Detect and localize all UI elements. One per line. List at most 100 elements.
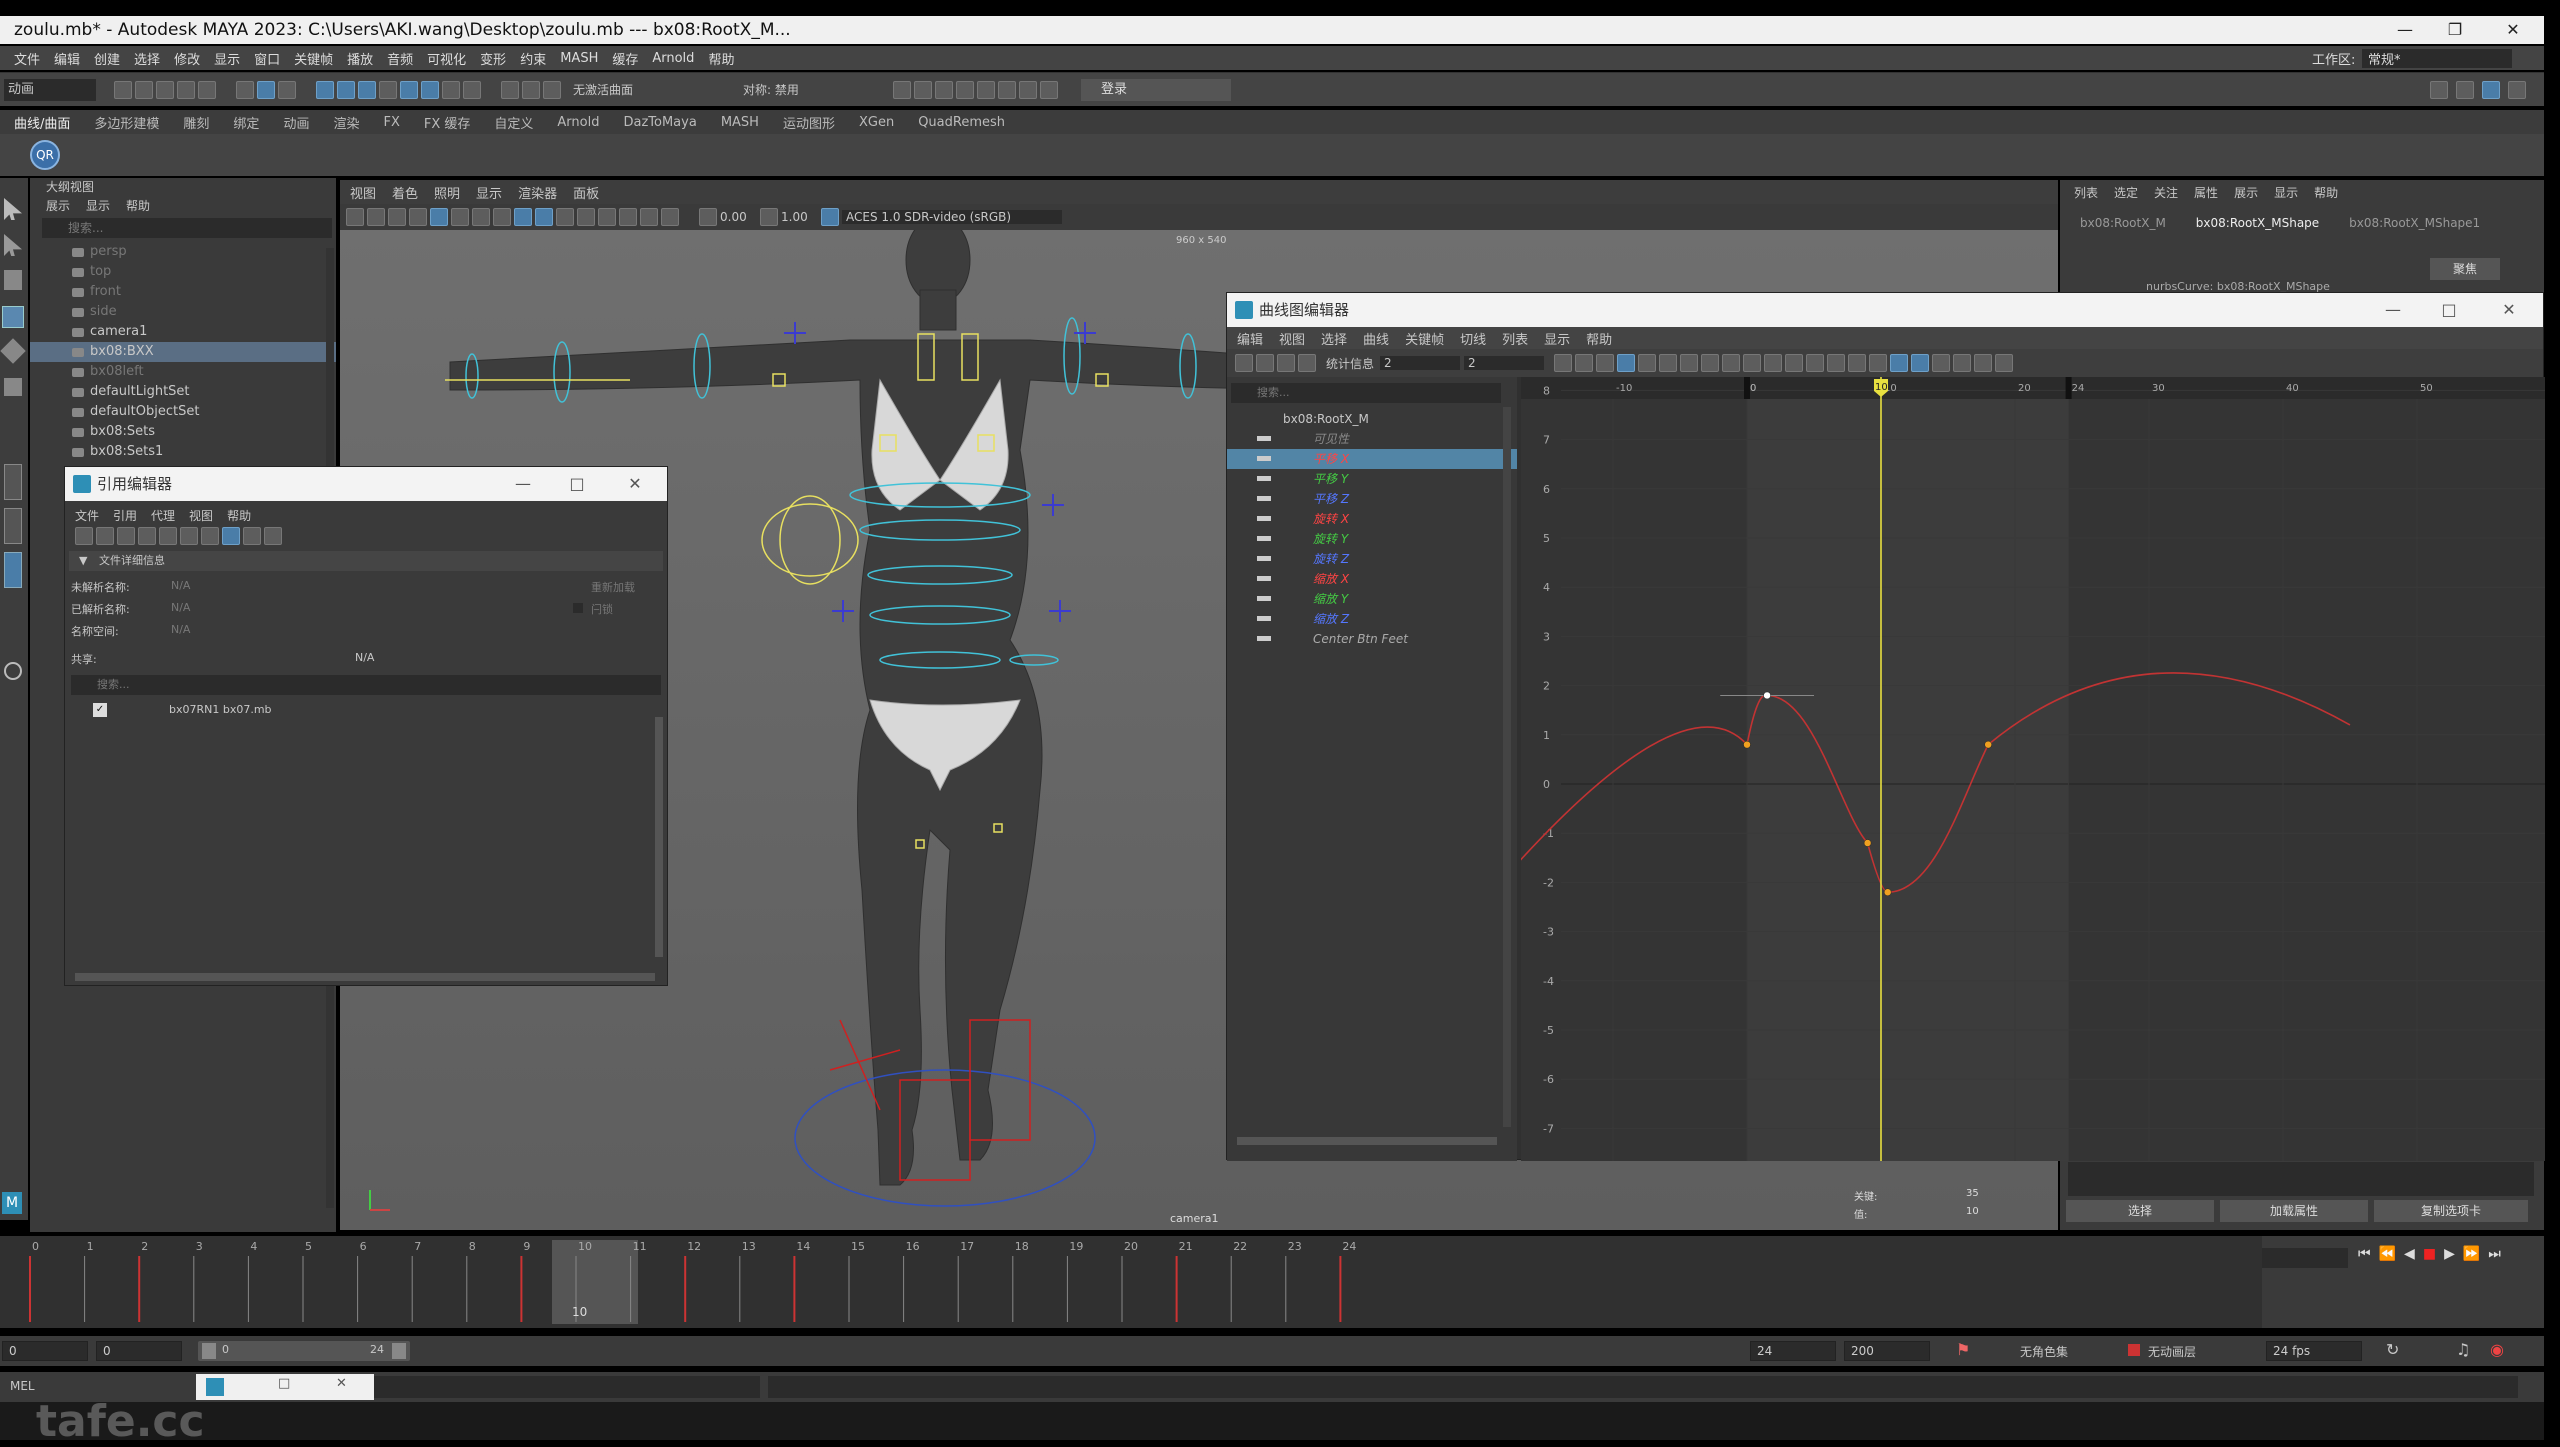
refed-menu-item[interactable]: 文件: [75, 507, 99, 524]
shelf-tab[interactable]: 绑定: [233, 113, 259, 132]
minimized-window[interactable]: □ ✕: [196, 1374, 374, 1400]
history-icon[interactable]: [463, 80, 481, 99]
login-button[interactable]: 登录: [1081, 78, 1231, 101]
graph-channel-item[interactable]: 平移 Y: [1227, 469, 1517, 489]
outliner-menu-item[interactable]: 显示: [86, 197, 110, 214]
shelf-tab[interactable]: 雕刻: [183, 113, 209, 132]
viewport-menu-item[interactable]: 渲染器: [518, 183, 557, 202]
outliner-item[interactable]: bx08:Sets: [30, 422, 336, 442]
camera-attr-icon[interactable]: [367, 208, 385, 226]
menu-item[interactable]: Arnold: [652, 51, 694, 66]
play-icon[interactable]: ▶: [2444, 1246, 2455, 1262]
graph-menu-item[interactable]: 帮助: [1586, 329, 1612, 348]
menu-item[interactable]: 修改: [174, 49, 200, 68]
close-button[interactable]: ✕: [2481, 293, 2537, 327]
playback-start-field[interactable]: 0: [96, 1341, 182, 1361]
shelf-tab[interactable]: 自定义: [494, 113, 533, 132]
menu-item[interactable]: 帮助: [708, 49, 734, 68]
save-scene-icon[interactable]: [156, 80, 174, 99]
graph-root-node[interactable]: bx08:RootX_M: [1227, 409, 1517, 429]
current-frame-field[interactable]: [2262, 1248, 2348, 1268]
ipr-icon[interactable]: [935, 80, 953, 99]
step-back-key-icon[interactable]: ⏪: [2379, 1246, 2396, 1262]
load-ref-icon[interactable]: [96, 527, 114, 545]
lock-checkbox[interactable]: [573, 603, 583, 613]
dope-sheet-icon[interactable]: [1974, 354, 1993, 372]
channelbox-tab[interactable]: bx08:RootX_M: [2080, 216, 2166, 230]
exposure-icon[interactable]: [699, 208, 717, 226]
isolate-icon[interactable]: [661, 208, 679, 226]
graph-menu-item[interactable]: 编辑: [1237, 329, 1263, 348]
graph-menu-item[interactable]: 曲线: [1363, 329, 1389, 348]
gate-mask-icon[interactable]: [493, 208, 511, 226]
refed-menu-item[interactable]: 引用: [113, 507, 137, 524]
shelf-tab[interactable]: 运动图形: [783, 113, 835, 132]
outliner-item[interactable]: defaultObjectSet: [30, 402, 336, 422]
buffer-curve-icon[interactable]: [1848, 354, 1867, 372]
free-weight-icon[interactable]: [1806, 354, 1825, 372]
plateau-tangent-icon[interactable]: [1743, 354, 1762, 372]
lock-weight-icon[interactable]: [1827, 354, 1846, 372]
go-start-icon[interactable]: ⏮: [2358, 1246, 2371, 1262]
menu-item[interactable]: 变形: [480, 49, 506, 68]
step-back-icon[interactable]: ◀: [2404, 1246, 2415, 1262]
create-ref-icon[interactable]: [75, 527, 93, 545]
minimize-button[interactable]: —: [2365, 293, 2421, 327]
step-forward-key-icon[interactable]: ⏩: [2463, 1246, 2480, 1262]
bookmark-icon[interactable]: [388, 208, 406, 226]
channelbox-menu-item[interactable]: 列表: [2074, 184, 2098, 201]
menu-item[interactable]: 编辑: [54, 49, 80, 68]
shelf-tab[interactable]: DazToMaya: [623, 115, 696, 130]
shadows-icon[interactable]: [598, 208, 616, 226]
graph-menu-item[interactable]: 列表: [1502, 329, 1528, 348]
menu-item[interactable]: 缓存: [612, 49, 638, 68]
qr-shelf-button[interactable]: QR: [30, 140, 60, 170]
lock-icon[interactable]: [442, 80, 460, 99]
go-end-icon[interactable]: ⏭: [2488, 1246, 2501, 1262]
graph-channel-item[interactable]: 旋转 Y: [1227, 529, 1517, 549]
input-icon[interactable]: [501, 80, 519, 99]
construction-icon[interactable]: [543, 80, 561, 99]
lock-ref-icon[interactable]: [201, 527, 219, 545]
anim-end-field[interactable]: 200: [1844, 1341, 1930, 1361]
trax-icon[interactable]: [1995, 354, 2014, 372]
file-details-section[interactable]: 文件详细信息: [99, 554, 165, 567]
linear-tangent-icon[interactable]: [1680, 354, 1699, 372]
graph-list-scrollbar[interactable]: [1503, 407, 1511, 1127]
refed-menu-item[interactable]: 代理: [151, 507, 175, 524]
outliner-item[interactable]: side: [30, 302, 336, 322]
ao-icon[interactable]: [619, 208, 637, 226]
graph-channel-item[interactable]: 缩放 X: [1227, 569, 1517, 589]
unload-ref-icon[interactable]: [117, 527, 135, 545]
minimize-button[interactable]: —: [495, 467, 551, 501]
channelbox-menu-item[interactable]: 选定: [2114, 184, 2138, 201]
load-attributes-button[interactable]: 加载属性: [2220, 1200, 2368, 1222]
close-icon[interactable]: ✕: [336, 1376, 347, 1391]
gamma-field[interactable]: 1.00: [781, 210, 821, 224]
insert-key-icon[interactable]: [1256, 354, 1274, 372]
loop-icon[interactable]: ↻: [2386, 1340, 2399, 1359]
graph-channel-item[interactable]: 缩放 Z: [1227, 609, 1517, 629]
snap-surface-icon[interactable]: [379, 80, 397, 99]
graph-menu-item[interactable]: 显示: [1544, 329, 1570, 348]
output-icon[interactable]: [522, 80, 540, 99]
move-tool-icon[interactable]: [2, 306, 24, 328]
viewport-menu-item[interactable]: 显示: [476, 183, 502, 202]
camera-select-icon[interactable]: [346, 208, 364, 226]
gamma-icon[interactable]: [760, 208, 778, 226]
resolution-gate-icon[interactable]: [472, 208, 490, 226]
region-icon[interactable]: [1298, 354, 1316, 372]
step-tangent-icon[interactable]: [1722, 354, 1741, 372]
select-button[interactable]: 选择: [2066, 1200, 2214, 1222]
menu-item[interactable]: 选择: [134, 49, 160, 68]
refed-scrollbar[interactable]: [655, 717, 663, 957]
outliner-item[interactable]: bx08left: [30, 362, 336, 382]
wireframe-icon[interactable]: [514, 208, 532, 226]
outliner-item[interactable]: bx08:Sets1: [30, 442, 336, 462]
stop-icon[interactable]: ■: [2423, 1246, 2436, 1262]
graph-list-hscrollbar[interactable]: [1237, 1137, 1497, 1145]
ref-checkbox[interactable]: ✓: [93, 703, 107, 717]
graph-menu-item[interactable]: 选择: [1321, 329, 1347, 348]
menu-item[interactable]: 窗口: [254, 49, 280, 68]
snap-grid-icon[interactable]: [316, 80, 334, 99]
